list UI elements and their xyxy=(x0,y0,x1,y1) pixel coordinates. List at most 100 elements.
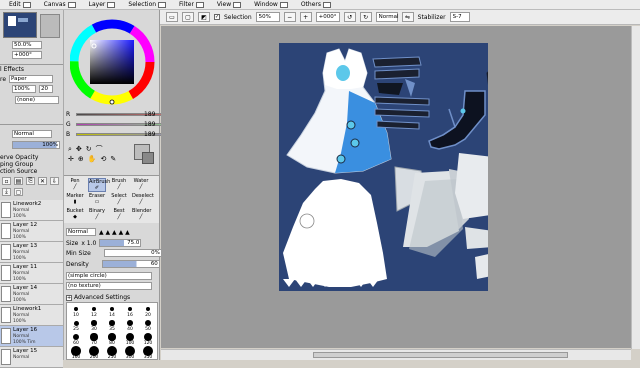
layer-item[interactable]: Linework1 Normal 100% xyxy=(0,305,63,326)
layer-mode-select[interactable]: Normal xyxy=(12,130,52,138)
menu-layer[interactable]: Layer xyxy=(89,1,116,8)
selection-checkbox[interactable]: ✓ xyxy=(214,14,220,20)
brush-texture-select[interactable]: (no texture) xyxy=(66,282,152,290)
select-all-button[interactable]: ▭ xyxy=(166,12,178,22)
brush-tool[interactable]: Brush ╱ xyxy=(110,178,128,192)
merge-layer-icon[interactable]: ⇩ xyxy=(50,177,59,185)
brush-size-swatch[interactable] xyxy=(126,333,134,341)
clear-layer-icon[interactable]: ▢ xyxy=(14,188,23,196)
binary-tool[interactable]: Binary ╱ xyxy=(88,208,106,222)
flip-button[interactable]: ⇋ xyxy=(401,12,414,22)
brush-size-swatch[interactable] xyxy=(73,320,79,326)
stabilizer-select[interactable]: S-7 xyxy=(449,12,470,22)
bucket-tool[interactable]: Bucket ◆ xyxy=(66,208,84,222)
texture-scale-field[interactable]: 20 xyxy=(39,85,53,93)
rotation-field[interactable]: +000° xyxy=(315,12,340,22)
effect-select[interactable]: (none) xyxy=(15,96,59,104)
layer-item[interactable]: Layer 14 Normal 100% xyxy=(0,284,63,305)
menu-window[interactable]: Window xyxy=(254,1,288,8)
brush-size-swatch[interactable] xyxy=(127,306,133,312)
deselect-button[interactable]: ▢ xyxy=(182,12,194,22)
zoom-tool-icon[interactable]: ⌕ xyxy=(68,145,72,154)
marker-tool[interactable]: Marker ▮ xyxy=(66,193,84,207)
brush-size-swatch[interactable] xyxy=(108,333,116,341)
texture-amount-field[interactable]: 100% xyxy=(12,85,36,93)
secondary-color-swatch[interactable] xyxy=(142,152,154,164)
brush-size-swatch[interactable] xyxy=(127,320,133,326)
brush-size-swatch[interactable] xyxy=(145,306,151,312)
blender-tool[interactable]: Blender ╱ xyxy=(132,208,151,222)
horizontal-scroll-thumb[interactable] xyxy=(313,352,568,358)
invert-selection-button[interactable]: ◩ xyxy=(198,12,210,22)
best-tool[interactable]: Best ╱ xyxy=(110,208,128,222)
layer-item[interactable]: Layer 15 Normal xyxy=(0,347,63,368)
layer-item[interactable]: Layer 12 Normal 100% xyxy=(0,221,63,242)
navigator-thumbnail[interactable] xyxy=(3,12,37,38)
texture-select[interactable]: Paper xyxy=(9,75,54,83)
blend-field[interactable]: Normal xyxy=(375,12,399,22)
layer-item[interactable]: Layer 11 Normal 100% xyxy=(0,263,63,284)
vertical-scrollbar[interactable] xyxy=(631,26,640,349)
transfer-down-icon[interactable]: ⤓ xyxy=(2,188,11,196)
lasso-tool-icon[interactable]: ⌒ xyxy=(96,144,103,154)
new-layer-icon[interactable]: ▫ xyxy=(2,177,11,185)
color-wheel[interactable] xyxy=(70,18,156,106)
brush-size-swatch[interactable] xyxy=(72,333,80,341)
brush-shape-select[interactable]: (simple circle) xyxy=(66,272,152,280)
brush-size-swatch[interactable] xyxy=(91,320,97,326)
pen-tool[interactable]: Pen ╱ xyxy=(66,178,84,192)
deselect-tool[interactable]: Deselect ╱ xyxy=(132,193,154,207)
option-clipping-group[interactable]: ping Group xyxy=(0,161,33,168)
brush-mode-select[interactable]: Normal xyxy=(66,228,96,236)
brush-size-swatch[interactable] xyxy=(109,306,115,312)
brush-size-swatch[interactable] xyxy=(90,333,98,341)
nav-zoom-field[interactable]: 50.0% xyxy=(12,41,42,49)
brush-size-swatch[interactable] xyxy=(144,319,152,327)
new-folder-icon[interactable]: ▤ xyxy=(14,177,23,185)
option-preserve-opacity[interactable]: erve Opacity xyxy=(0,154,38,161)
rotate-right-button[interactable]: ↻ xyxy=(359,12,372,22)
airbrush-tool[interactable]: AirBrush ✐ xyxy=(88,178,110,192)
canvas-document[interactable] xyxy=(279,43,506,291)
min-size-slider[interactable]: 0% xyxy=(103,249,162,257)
density-slider[interactable]: 60 xyxy=(101,260,160,268)
brush-size-swatch[interactable] xyxy=(74,307,78,311)
move-tool-icon[interactable]: ✛ xyxy=(68,155,74,163)
zoom-in-button[interactable]: + xyxy=(299,12,312,22)
nav-rotation-field[interactable]: +000° xyxy=(12,51,42,59)
canvas-area[interactable] xyxy=(161,26,631,348)
eraser-tool[interactable]: Eraser ▭ xyxy=(88,193,106,207)
brush-shape-icons[interactable]: ▲ ▲ ▲ ▲ ▲ xyxy=(99,229,130,236)
eyedropper-tool-icon[interactable]: ✎ xyxy=(110,155,116,163)
magnify-tool-icon[interactable]: ⊕ xyxy=(78,155,84,163)
rotate-left-button[interactable]: ↺ xyxy=(343,12,356,22)
menu-selection[interactable]: Selection xyxy=(128,1,167,8)
rotate-tool-icon[interactable]: ↻ xyxy=(86,145,92,153)
zoom-out-button[interactable]: − xyxy=(283,12,296,22)
menu-view[interactable]: View xyxy=(217,1,242,8)
brush-size-slider[interactable]: 75.0 xyxy=(99,239,142,247)
layer-item[interactable]: Layer 13 Normal 100% xyxy=(0,242,63,263)
zoom-field[interactable]: 50% xyxy=(255,12,280,22)
water-tool[interactable]: Water ╱ xyxy=(132,178,150,192)
rotate-view-icon[interactable]: ⟲ xyxy=(100,155,106,163)
option-selection-source[interactable]: ction Source xyxy=(0,168,37,175)
brush-size-swatch[interactable] xyxy=(109,320,115,326)
horizontal-scrollbar[interactable] xyxy=(161,349,631,360)
hand-tool-icon[interactable]: ✋ xyxy=(88,155,97,163)
advanced-settings-toggle[interactable]: + xyxy=(66,294,72,301)
menu-filter[interactable]: Filter xyxy=(179,1,204,8)
menu-canvas[interactable]: Canvas xyxy=(44,1,76,8)
select-tool[interactable]: Select ╱ xyxy=(110,193,128,207)
layer-item[interactable]: Linework2 Normal 100% xyxy=(0,200,63,221)
menu-edit[interactable]: Edit xyxy=(9,1,31,8)
brush-size-swatch[interactable] xyxy=(91,306,97,312)
brush-size-multiplier[interactable]: x 1.0 xyxy=(81,240,96,247)
brush-size-swatch[interactable] xyxy=(143,332,153,342)
menu-others[interactable]: Others xyxy=(301,1,331,8)
copy-layer-icon[interactable]: ⎘ xyxy=(26,177,35,185)
layer-opacity-slider[interactable]: 100% xyxy=(12,141,60,149)
delete-layer-icon[interactable]: ✕ xyxy=(38,177,47,185)
layer-item-selected[interactable]: Layer 16 Normal 100% Tim xyxy=(0,326,63,347)
pan-tool-icon[interactable]: ✥ xyxy=(76,145,82,153)
